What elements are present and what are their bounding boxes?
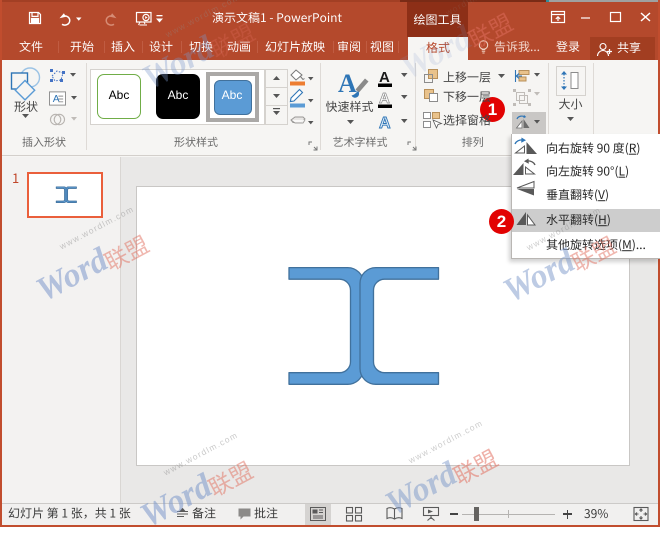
svg-text:Word: Word bbox=[136, 29, 220, 97]
svg-text:Word: Word bbox=[30, 241, 114, 309]
svg-text:Word: Word bbox=[497, 242, 581, 310]
svg-text:Word: Word bbox=[394, 19, 478, 87]
svg-text:Word: Word bbox=[134, 467, 218, 533]
svg-text:Word: Word bbox=[379, 455, 463, 523]
